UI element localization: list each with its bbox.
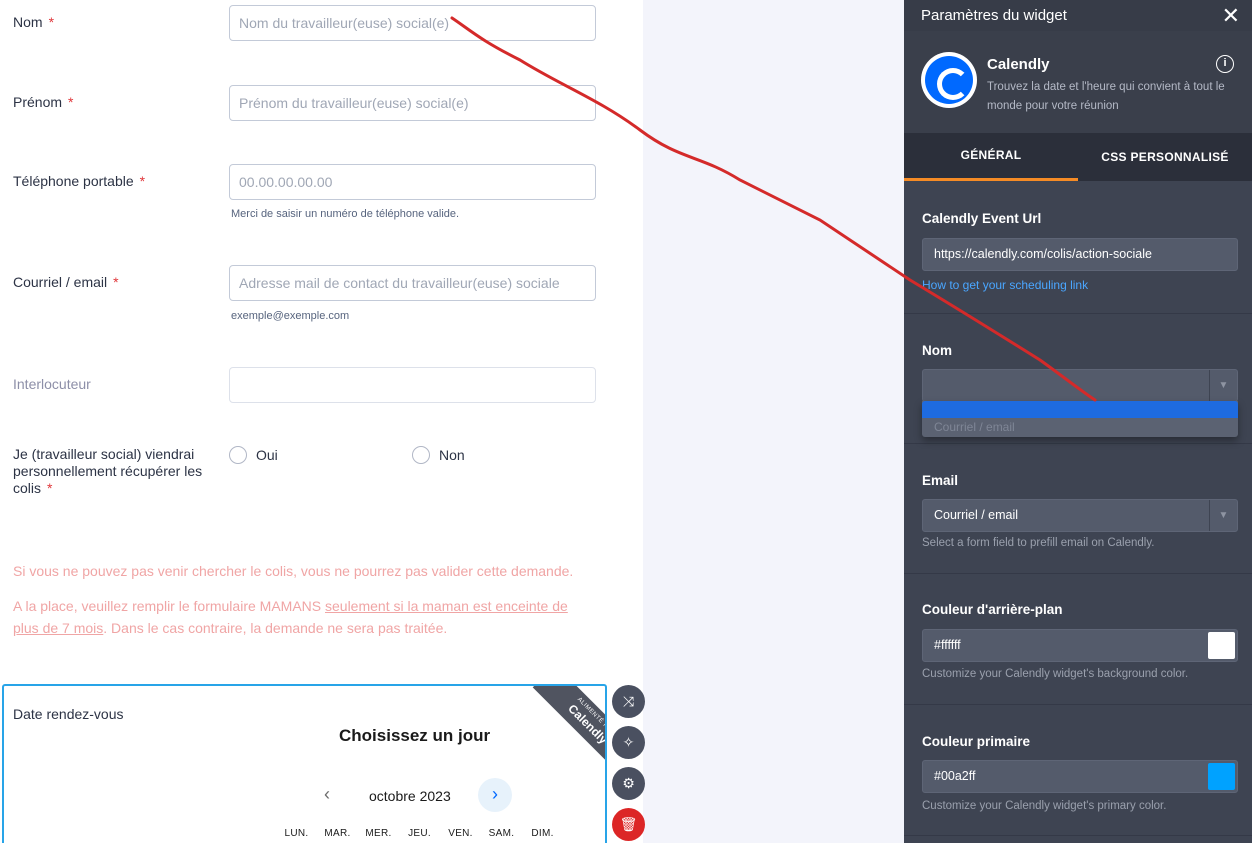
chevron-down-icon[interactable]: ▼: [1209, 500, 1237, 531]
weekday: MER.: [365, 828, 392, 839]
trash-icon[interactable]: 🗑: [612, 808, 645, 841]
bg-color-section: Couleur d'arrière-plan #ffffff Customize…: [904, 574, 1252, 705]
email-select[interactable]: Courriel / email ▼: [922, 499, 1238, 532]
panel-title: Paramètres du widget: [921, 7, 1067, 24]
email-sublabel: exemple@exemple.com: [231, 310, 350, 322]
chevron-right-icon[interactable]: ›: [478, 778, 512, 812]
radio-circle[interactable]: [412, 446, 430, 464]
required-mark: *: [68, 94, 74, 110]
widget-settings-panel: Paramètres du widget ✕ Calendly Trouvez …: [904, 0, 1252, 843]
prenom-label: Prénom *: [13, 94, 74, 110]
nom-label: Nom *: [13, 14, 55, 30]
email-title: Email: [922, 473, 959, 488]
event-url-section: Calendly Event Url https://calendly.com/…: [904, 181, 1252, 314]
calendar-title: Choisissez un jour: [339, 726, 491, 745]
panel-tabs: GÉNÉRAL CSS PERSONNALISÉ: [904, 133, 1252, 181]
widget-name: Calendly: [987, 56, 1050, 73]
widget-description: Trouvez la date et l'heure qui convient …: [987, 81, 1225, 112]
shuffle-icon[interactable]: ⤨: [612, 685, 645, 718]
bg-color-title: Couleur d'arrière-plan: [922, 602, 1063, 617]
email-help: Select a form field to prefill email on …: [922, 537, 1155, 549]
telephone-input[interactable]: 00.00.00.00.00: [229, 164, 596, 200]
radio-circle[interactable]: [229, 446, 247, 464]
nom-input[interactable]: Nom du travailleur(euse) social(e): [229, 5, 596, 41]
chevron-down-icon[interactable]: ▼: [1209, 370, 1237, 401]
chevron-left-icon[interactable]: ‹: [324, 784, 330, 805]
info-icon[interactable]: i: [1216, 55, 1234, 73]
primary-color-input[interactable]: #00a2ff: [922, 760, 1238, 793]
dropdown-option[interactable]: Courriel / email: [922, 418, 1238, 436]
ribbon-brand-text: Calendly: [565, 701, 605, 747]
weekday-header: LUN. MAR. MER. JEU. VEN. SAM. DIM.: [276, 828, 563, 839]
prenom-input[interactable]: Prénom du travailleur(euse) social(e): [229, 85, 596, 121]
calendly-logo-icon: [921, 52, 977, 108]
primary-color-section: Couleur primaire #00a2ff Customize your …: [904, 705, 1252, 836]
radio-oui-label: Oui: [256, 447, 278, 463]
weekday: VEN.: [448, 828, 473, 839]
bg-color-input[interactable]: #ffffff: [922, 629, 1238, 662]
notice-text-2: A la place, veuillez remplir le formulai…: [13, 598, 568, 636]
interlocuteur-label: Interlocuteur: [13, 376, 91, 392]
email-section: Email Courriel / email ▼ Select a form f…: [904, 444, 1252, 574]
required-mark: *: [48, 14, 55, 30]
powered-by-ribbon[interactable]: ALIMENTÉ PAR Calendly: [515, 686, 605, 776]
email-input[interactable]: Adresse mail de contact du travailleur(e…: [229, 265, 596, 301]
form-area: Nom * Nom du travailleur(euse) social(e) …: [0, 0, 645, 843]
nom-dropdown-list[interactable]: Courriel / email: [922, 401, 1238, 437]
gear-icon[interactable]: ⚙: [612, 767, 645, 800]
collect-label: Je (travailleur social) viendrai personn…: [13, 446, 203, 496]
radio-non[interactable]: Non: [412, 446, 465, 464]
notice-text-1: Si vous ne pouvez pas venir chercher le …: [13, 563, 574, 579]
required-mark: *: [47, 480, 53, 496]
primary-color-swatch[interactable]: [1208, 763, 1235, 790]
close-icon[interactable]: ✕: [1222, 4, 1240, 26]
radio-oui[interactable]: Oui: [229, 446, 278, 464]
nom-select[interactable]: ▼: [922, 369, 1238, 402]
weekday: JEU.: [408, 828, 431, 839]
field-toolbar: ⤨ ✧ ⚙ 🗑: [612, 685, 645, 841]
primary-color-title: Couleur primaire: [922, 734, 1031, 749]
tab-custom-css[interactable]: CSS PERSONNALISÉ: [1078, 133, 1252, 181]
telephone-label: Téléphone portable *: [13, 173, 146, 189]
dropdown-highlighted-option[interactable]: [922, 401, 1238, 418]
weekday: LUN.: [284, 828, 309, 839]
scheduling-link-help[interactable]: How to get your scheduling link: [922, 278, 1088, 292]
event-url-input[interactable]: https://calendly.com/colis/action-social…: [922, 238, 1238, 271]
calendly-embed[interactable]: Date rendez-vous Choisissez un jour ‹ oc…: [2, 684, 607, 843]
required-mark: *: [139, 173, 146, 189]
radio-non-label: Non: [439, 447, 465, 463]
interlocuteur-input[interactable]: [229, 367, 596, 403]
email-label: Courriel / email *: [13, 274, 119, 290]
calendar-month: octobre 2023: [369, 788, 451, 804]
telephone-sublabel: Merci de saisir un numéro de téléphone v…: [231, 208, 460, 220]
primary-color-help: Customize your Calendly widget's primary…: [922, 800, 1167, 812]
bg-color-swatch[interactable]: [1208, 632, 1235, 659]
nom-title: Nom: [922, 343, 952, 358]
widget-info: Calendly Trouvez la date et l'heure qui …: [904, 31, 1252, 133]
bg-color-help: Customize your Calendly widget's backgro…: [922, 668, 1189, 680]
event-url-title: Calendly Event Url: [922, 211, 1042, 226]
tab-general[interactable]: GÉNÉRAL: [904, 133, 1078, 181]
weekday: MAR.: [324, 828, 351, 839]
required-mark: *: [113, 274, 119, 290]
date-rdv-label: Date rendez-vous: [13, 706, 124, 722]
weekday: SAM.: [488, 828, 515, 839]
panel-header: Paramètres du widget ✕: [904, 0, 1252, 31]
magic-wand-icon[interactable]: ✧: [612, 726, 645, 759]
weekday: DIM.: [531, 828, 554, 839]
